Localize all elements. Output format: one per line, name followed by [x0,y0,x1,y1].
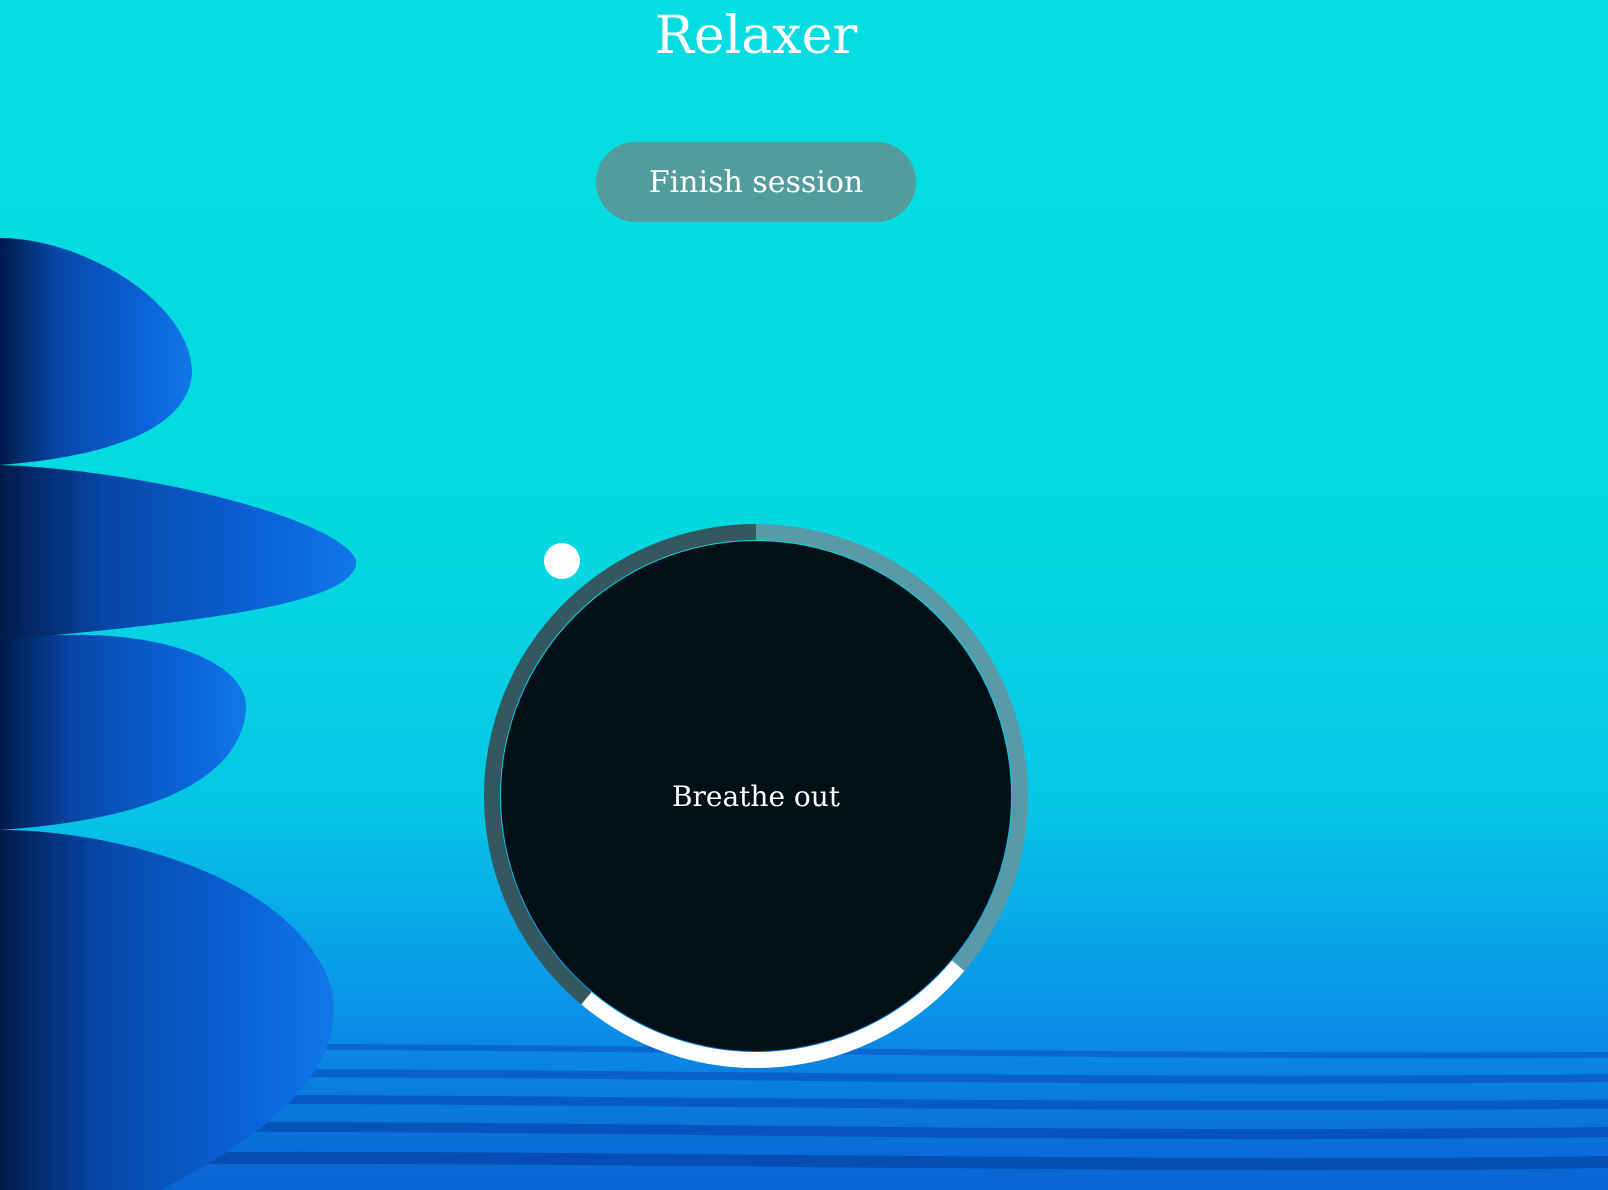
stone-stack [0,238,357,1190]
progress-indicator-dot-icon [544,543,580,579]
breathing-phase-label: Breathe out [671,779,841,813]
breathing-circle: Breathe out [484,524,1028,1068]
finish-session-button[interactable]: Finish session [596,142,916,222]
app-title: Relaxer [654,6,858,66]
